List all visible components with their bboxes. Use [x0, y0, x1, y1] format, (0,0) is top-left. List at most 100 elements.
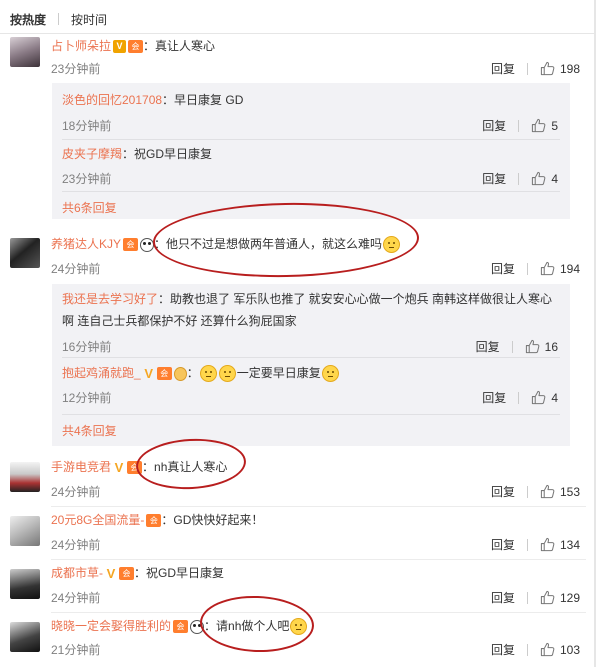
- reply-button[interactable]: 回复: [482, 117, 506, 134]
- comment-time: 24分钟前: [51, 262, 101, 276]
- comment-time: 24分钟前: [51, 485, 101, 499]
- member-level-icon: 会: [123, 238, 139, 252]
- verified-v-icon: V: [144, 366, 154, 382]
- thumbs-up-icon: [525, 339, 540, 354]
- comment-time: 23分钟前: [51, 62, 101, 76]
- comment-time: 24分钟前: [51, 591, 101, 605]
- panda-badge-icon: [140, 237, 155, 252]
- more-replies-link[interactable]: 共4条回复: [62, 422, 117, 439]
- sub-reply-item: 皮夹子摩羯：祝GD早日康复 23分钟前 回复 4: [62, 141, 570, 189]
- reply-username[interactable]: 皮夹子摩羯: [62, 147, 122, 161]
- tab-divider: [58, 13, 60, 25]
- member-level-icon: 会: [173, 620, 189, 634]
- avatar[interactable]: [10, 238, 40, 268]
- thumbs-up-icon: [540, 590, 555, 605]
- more-replies-link[interactable]: 共6条回复: [62, 199, 117, 216]
- like-count: 153: [559, 484, 580, 499]
- comment-text: ：他只不过是想做两年普通人，就这么难吗: [154, 237, 383, 251]
- verified-badge-icon: V: [113, 40, 127, 54]
- reply-text: ：早日康复 GD: [162, 93, 244, 107]
- reply-button[interactable]: 回复: [491, 260, 515, 277]
- like-count: 4: [551, 171, 558, 186]
- like-button[interactable]: 103: [540, 642, 580, 657]
- member-level-icon: 会: [127, 461, 143, 475]
- like-button[interactable]: 129: [540, 590, 580, 605]
- verified-v-icon: V: [114, 460, 124, 476]
- ribbon-badge-icon: [173, 366, 187, 381]
- like-button[interactable]: 16: [525, 339, 558, 354]
- avatar[interactable]: [10, 462, 40, 492]
- comment-username[interactable]: 养猪达人KJY: [51, 237, 121, 251]
- reply-username[interactable]: 抱起鸡涌就跑_: [62, 366, 141, 380]
- thumbs-up-icon: [531, 390, 546, 405]
- comment-time: 21分钟前: [51, 643, 101, 657]
- reply-time: 18分钟前: [62, 119, 112, 133]
- like-count: 5: [551, 118, 558, 133]
- tab-time[interactable]: 按时间: [71, 11, 107, 28]
- reply-button[interactable]: 回复: [491, 589, 515, 606]
- tab-hot[interactable]: 按热度: [10, 11, 46, 28]
- member-level-icon: 会: [156, 367, 172, 381]
- member-level-icon: 会: [119, 567, 134, 581]
- thumbs-up-icon: [531, 171, 546, 186]
- comment-username[interactable]: 成都市草-: [51, 566, 103, 580]
- comment-username[interactable]: 晓晓一定会娶得胜利的: [51, 619, 171, 633]
- panda-badge-icon: [190, 619, 205, 634]
- thumbs-up-icon: [531, 118, 546, 133]
- header-divider: [0, 33, 596, 34]
- sub-reply-item: 我还是去学习好了：助教也退了 军乐队也推了 就安安心心做一个炮兵 南韩这样做很让…: [62, 286, 570, 354]
- like-button[interactable]: 5: [531, 118, 558, 133]
- sub-replies: 我还是去学习好了：助教也退了 军乐队也推了 就安安心心做一个炮兵 南韩这样做很让…: [52, 284, 570, 446]
- reply-button[interactable]: 回复: [491, 60, 515, 77]
- thumbs-up-icon: [540, 642, 555, 657]
- verified-v-icon: V: [106, 566, 116, 582]
- reply-username[interactable]: 我还是去学习好了: [62, 292, 158, 306]
- reply-text: ：祝GD早日康复: [122, 147, 213, 161]
- comment-text: ：请nh做个人吧: [204, 619, 290, 633]
- like-button[interactable]: 153: [540, 484, 580, 499]
- avatar[interactable]: [10, 622, 40, 652]
- reply-time: 16分钟前: [62, 340, 112, 354]
- reply-text-2: 一定要早日康复: [236, 366, 321, 380]
- comment-username[interactable]: 占卜师朵拉: [51, 39, 111, 53]
- avatar[interactable]: [10, 516, 40, 546]
- comment-item: 晓晓一定会娶得胜利的会 ：请nh做个人吧 21分钟前 回复 103: [10, 617, 586, 665]
- like-button[interactable]: 198: [540, 61, 580, 76]
- member-level-icon: 会: [128, 40, 144, 54]
- sweat-emoji-icon: [321, 365, 339, 383]
- reply-button[interactable]: 回复: [491, 536, 515, 553]
- thumbs-up-icon: [540, 61, 555, 76]
- comment-item: 占卜师朵拉 V 会：真让人寒心 23分钟前 回复 198 淡色的回忆201708：早…: [10, 37, 586, 242]
- reply-button[interactable]: 回复: [476, 338, 500, 355]
- thumbs-up-icon: [540, 484, 555, 499]
- comment-text: ：GD快快好起来！: [161, 513, 264, 527]
- reply-button[interactable]: 回复: [491, 483, 515, 500]
- thumbs-up-icon: [540, 537, 555, 552]
- avatar[interactable]: [10, 37, 40, 67]
- like-button[interactable]: 194: [540, 261, 580, 276]
- comment-username[interactable]: 20元8G全国流量-: [51, 513, 144, 527]
- like-button[interactable]: 4: [531, 390, 558, 405]
- comment-username[interactable]: 手游电竞君: [51, 460, 111, 474]
- sweat-emoji-icon: [218, 365, 236, 383]
- reply-username[interactable]: 淡色的回忆201708: [62, 93, 162, 107]
- sub-reply-item: 淡色的回忆201708：早日康复 GD 18分钟前 回复 5: [62, 87, 570, 135]
- comment-time: 24分钟前: [51, 538, 101, 552]
- member-level-icon: 会: [146, 514, 162, 528]
- reply-button[interactable]: 回复: [482, 170, 506, 187]
- like-count: 129: [559, 590, 580, 605]
- reply-button[interactable]: 回复: [491, 641, 515, 658]
- reply-text: ：: [186, 366, 199, 380]
- avatar[interactable]: [10, 569, 40, 599]
- like-count: 134: [559, 537, 580, 552]
- comment-item: 成都市草- V 会：祝GD早日康复 24分钟前 回复 129: [10, 564, 586, 612]
- comment-text: ：祝GD早日康复: [134, 566, 225, 580]
- reply-time: 12分钟前: [62, 391, 112, 405]
- reply-button[interactable]: 回复: [482, 389, 506, 406]
- like-count: 16: [544, 339, 558, 354]
- comment-item: 手游电竞君 V 会：nh真让人寒心 24分钟前 回复 153: [10, 458, 586, 506]
- like-button[interactable]: 4: [531, 171, 558, 186]
- like-count: 103: [559, 642, 580, 657]
- like-button[interactable]: 134: [540, 537, 580, 552]
- sub-replies: 淡色的回忆201708：早日康复 GD 18分钟前 回复 5 皮夹子摩羯：祝GD…: [52, 83, 570, 219]
